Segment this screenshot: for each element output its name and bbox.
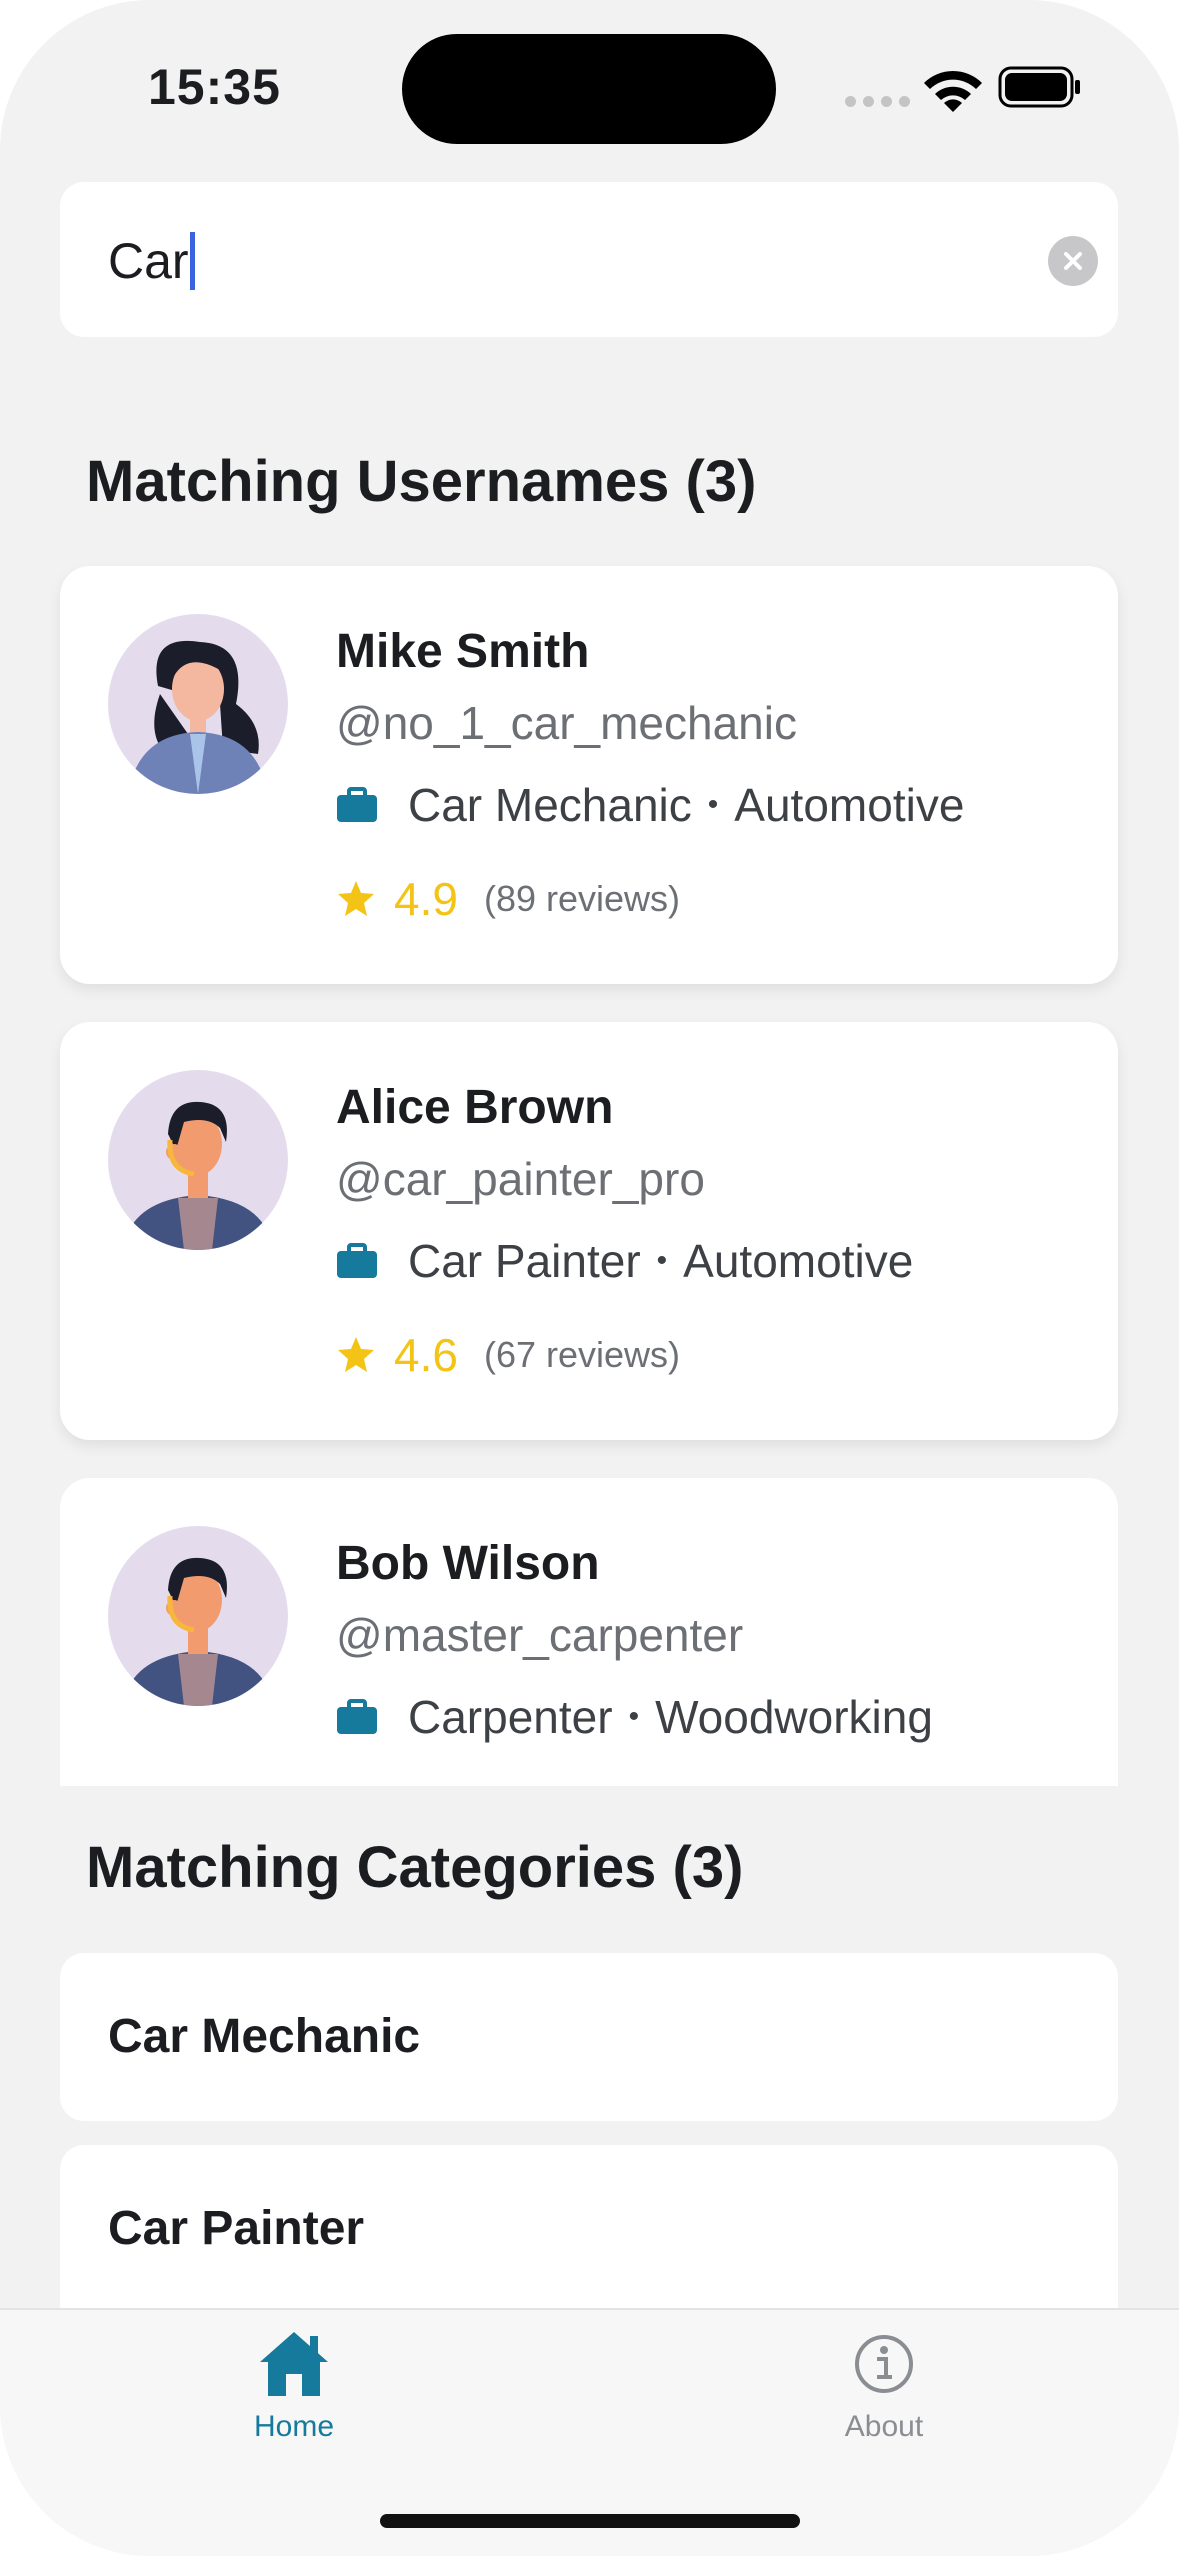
user-card[interactable]: Alice Brown @car_painter_pro Car Painter…: [60, 1022, 1118, 1440]
phone-screen: 15:35 Car Matching Usernames (3) Mike Sm…: [0, 0, 1179, 2556]
user-profession: Carpenter: [408, 1691, 613, 1743]
briefcase-icon: [337, 1699, 377, 1734]
tab-home-label: Home: [253, 2410, 335, 2443]
category-item[interactable]: Car Painter: [60, 2145, 1118, 2335]
tab-about[interactable]: About: [820, 2310, 948, 2444]
user-category: Automotive: [683, 1235, 914, 1287]
review-count: (67 reviews): [483, 1334, 681, 1375]
category-label: Car Painter: [108, 2202, 365, 2255]
home-indicator: [380, 2514, 800, 2528]
status-time: 15:35: [148, 59, 281, 115]
avatar: [108, 1526, 288, 1706]
star-icon: [338, 881, 374, 916]
user-rating: 4.9 (89 reviews): [336, 872, 680, 926]
separator-dot: •: [707, 788, 719, 821]
user-role: Car Mechanic • Automotive: [336, 778, 964, 832]
categories-section-title: Matching Categories (3): [86, 1835, 744, 1900]
tab-about-label: About: [844, 2410, 924, 2443]
user-category: Automotive: [734, 779, 965, 831]
search-input[interactable]: Car: [108, 232, 189, 290]
cellular-signal-icon: [845, 96, 910, 107]
user-role: Car Painter • Automotive: [336, 1234, 913, 1288]
user-profession: Car Painter: [408, 1235, 641, 1287]
user-category: Woodworking: [655, 1691, 933, 1743]
user-handle: @car_painter_pro: [336, 1153, 705, 1205]
user-name: Bob Wilson: [336, 1537, 600, 1590]
category-item[interactable]: Car Mechanic: [60, 1953, 1118, 2121]
user-card[interactable]: Mike Smith @no_1_car_mechanic Car Mechan…: [60, 566, 1118, 984]
avatar: [108, 614, 288, 794]
user-role: Carpenter • Woodworking: [336, 1690, 933, 1744]
rating-value: 4.9: [394, 873, 458, 925]
clear-search-button[interactable]: [1048, 236, 1098, 286]
separator-dot: •: [628, 1700, 640, 1733]
battery-icon: [998, 66, 1080, 108]
home-icon: [260, 2332, 328, 2396]
star-icon: [338, 1337, 374, 1372]
avatar: [108, 1070, 288, 1250]
wifi-icon: [924, 70, 982, 112]
separator-dot: •: [656, 1244, 668, 1277]
user-name: Mike Smith: [336, 625, 590, 678]
info-icon: [855, 2335, 913, 2393]
text-cursor: [189, 232, 195, 290]
tab-home[interactable]: Home: [230, 2310, 358, 2444]
category-label: Car Mechanic: [108, 2010, 421, 2063]
rating-value: 4.6: [394, 1329, 458, 1381]
user-card[interactable]: Bob Wilson @master_carpenter Carpenter •…: [60, 1478, 1118, 1786]
usernames-section-title: Matching Usernames (3): [86, 449, 757, 514]
briefcase-icon: [337, 1243, 377, 1278]
review-count: (89 reviews): [483, 878, 681, 919]
user-handle: @master_carpenter: [336, 1609, 744, 1661]
user-name: Alice Brown: [336, 1081, 614, 1134]
user-profession: Car Mechanic: [408, 779, 692, 831]
dynamic-island: [402, 34, 776, 144]
close-icon: [1064, 252, 1082, 270]
user-handle: @no_1_car_mechanic: [336, 697, 797, 749]
search-field[interactable]: Car: [60, 182, 1118, 337]
user-rating: 4.6 (67 reviews): [336, 1328, 680, 1382]
briefcase-icon: [337, 787, 377, 822]
